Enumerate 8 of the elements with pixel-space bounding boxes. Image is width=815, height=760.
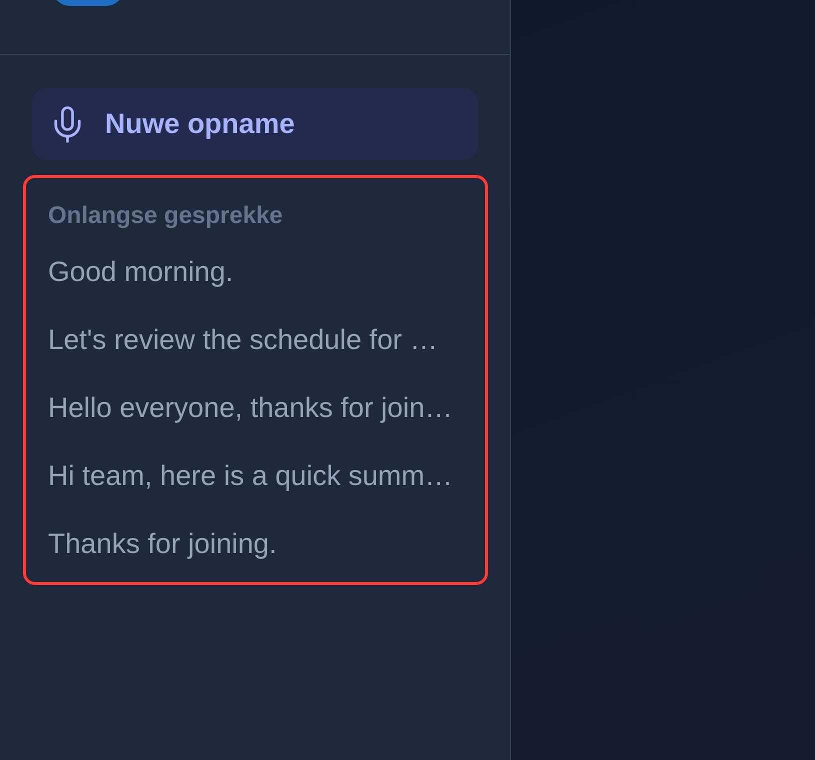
microphone-icon — [54, 106, 81, 142]
conversation-item[interactable]: Good morning. — [26, 238, 485, 306]
conversation-item[interactable]: Hello everyone, thanks for join… — [26, 374, 485, 442]
conversation-item[interactable]: Thanks for joining. — [26, 510, 485, 578]
conversation-item[interactable]: Let's review the schedule for … — [26, 306, 485, 374]
new-recording-button[interactable]: Nuwe opname — [32, 88, 478, 160]
conversation-item[interactable]: Hi team, here is a quick summ… — [26, 442, 485, 510]
section-heading: Onlangse gesprekke — [47, 202, 284, 230]
